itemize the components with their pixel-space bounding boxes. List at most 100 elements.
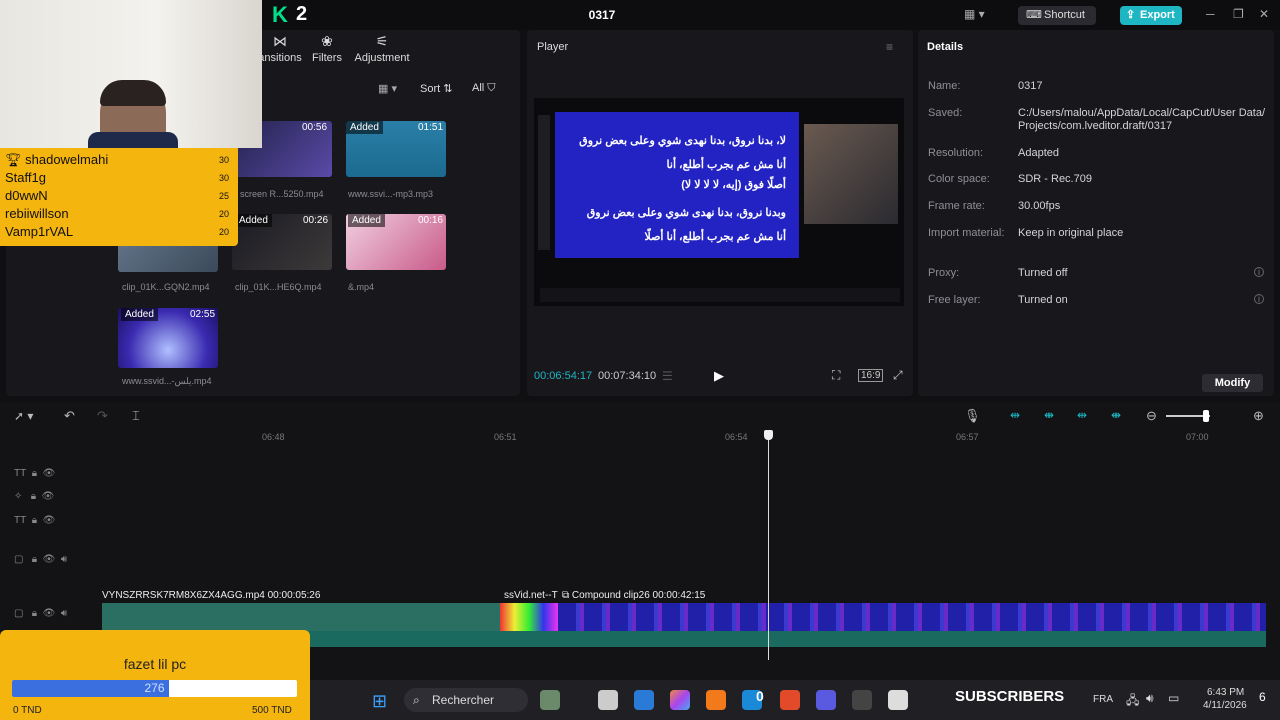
network-icon[interactable]: 🖧︎ xyxy=(1126,691,1139,712)
adjustment-icon: ⚟ xyxy=(375,33,389,49)
playhead-handle[interactable] xyxy=(764,430,773,440)
notification-badge[interactable]: 6 xyxy=(1259,690,1266,704)
layout-icon[interactable]: ▦ ▾ xyxy=(964,7,985,21)
link-icon[interactable]: ⇼ xyxy=(1044,408,1054,422)
microphone-icon[interactable]: 🎙︎ xyxy=(964,408,981,424)
export-button[interactable]: ⇪ Export xyxy=(1120,6,1182,25)
media-duration: 00:26 xyxy=(303,215,329,226)
detail-value: Turned off xyxy=(1018,267,1068,279)
clock-time[interactable]: 6:43 PM xyxy=(1207,687,1244,698)
project-title: 0317 xyxy=(588,8,616,22)
modify-button[interactable]: Modify xyxy=(1202,374,1263,392)
volume-icon[interactable]: 🔊︎ xyxy=(1146,691,1154,706)
view-toggle-icon[interactable]: ▦ ▾ xyxy=(378,82,397,95)
sort-button[interactable]: Sort ⇅ xyxy=(420,82,452,95)
play-icon[interactable]: ▶ xyxy=(714,368,724,384)
goal-title: fazet lil pc xyxy=(123,656,187,672)
detail-label: Resolution: xyxy=(928,147,984,159)
leaderboard-row: 🏆︎ shadowelmahi 30 xyxy=(5,152,229,167)
preview-axis-icon[interactable]: ⇹ xyxy=(1077,408,1087,422)
search-box[interactable]: ⌕ Rechercher xyxy=(404,688,528,712)
capcut-icon[interactable] xyxy=(888,690,908,710)
battery-icon[interactable]: ▭ xyxy=(1168,691,1179,705)
shortcut-button[interactable]: ⌨ Shortcut xyxy=(1018,6,1096,25)
taskbar-app-icon[interactable] xyxy=(634,690,654,710)
close-icon[interactable]: ✕ xyxy=(1259,7,1269,21)
added-badge: Added xyxy=(121,308,158,321)
clip-label: VYNSZRRSK7RM8X6ZX4AGG.mp4 00:00:05:26 xyxy=(102,590,321,601)
minimize-icon[interactable]: ─ xyxy=(1206,7,1215,21)
language-indicator[interactable]: FRA xyxy=(1093,694,1113,705)
lyric-line: أنا مش عم بجرب أطلع، أنا أصلًا xyxy=(644,231,786,243)
trophy-icon: 🏆︎ xyxy=(5,152,26,167)
transitions-icon: ⋈ xyxy=(273,33,287,49)
ruler-tick: 07:00 xyxy=(1186,432,1209,442)
ruler-tick: 06:48 xyxy=(262,432,285,442)
clock-date[interactable]: 4/11/2026 xyxy=(1203,700,1247,711)
taskbar-app-icon[interactable] xyxy=(706,690,726,710)
media-name: clip_01K...HE6Q.mp4 xyxy=(235,282,322,292)
sticker-track-controls[interactable]: ✧ 🔒︎ 👁︎ xyxy=(14,491,54,502)
video-track-controls[interactable]: ▢ 🔒︎ 👁︎ 🔊︎ xyxy=(14,554,67,565)
goal-current: 276 xyxy=(144,681,165,695)
snap-icon[interactable]: ⇹ xyxy=(1010,408,1020,422)
media-name: www.ssvid...-يلس.mp4 xyxy=(122,376,212,386)
leaderboard-row: d0wwN 25 xyxy=(5,188,229,203)
filter-all-button[interactable]: All ⛉ xyxy=(472,82,496,95)
video-clip[interactable] xyxy=(102,603,502,631)
taskbar-app-icon[interactable] xyxy=(670,690,690,710)
preview-sidebar xyxy=(538,115,550,250)
ruler-tick: 06:51 xyxy=(494,432,517,442)
ruler-tick: 06:57 xyxy=(956,432,979,442)
media-duration: 01:51 xyxy=(418,122,444,133)
undo-icon[interactable]: ↶ xyxy=(64,408,75,424)
zoom-slider-handle[interactable] xyxy=(1203,410,1209,422)
zoom-out-icon[interactable]: ⊖ xyxy=(1146,408,1157,424)
clip-label: ⧉ Compound clip26 00:00:42:15 xyxy=(562,590,706,601)
maximize-icon[interactable]: ❐ xyxy=(1233,7,1244,21)
added-badge: Added xyxy=(346,121,383,134)
detail-value: C:/Users/malou/AppData/Local/CapCut/User… xyxy=(1018,107,1265,132)
list-icon[interactable]: ☰ xyxy=(662,369,673,383)
detail-label: Free layer: xyxy=(928,294,981,306)
menu-icon[interactable]: ≡ xyxy=(886,40,893,54)
redo-icon[interactable]: ↷ xyxy=(97,408,108,424)
text-track-controls[interactable]: T​T 🔒︎ 👁︎ xyxy=(14,468,55,479)
app-logo-number: 2 xyxy=(296,3,308,25)
tab-transitions[interactable]: ⋈ ansitions xyxy=(258,33,302,64)
align-icon[interactable]: ⇼ xyxy=(1111,408,1121,422)
brave-icon[interactable] xyxy=(780,690,800,710)
split-icon[interactable]: ⌶ xyxy=(132,408,140,424)
media-duration: 02:55 xyxy=(190,309,216,320)
lyric-line: أصلًا فوق (إيه، لا لا لا لا) xyxy=(681,179,786,191)
obs-icon[interactable] xyxy=(852,690,872,710)
compound-clip[interactable] xyxy=(558,603,1266,631)
export-icon: ⇪ xyxy=(1126,9,1136,21)
tab-adjustment[interactable]: ⚟ Adjustment xyxy=(352,33,412,64)
clip-label: ssVid.net--T xyxy=(504,590,558,601)
detail-label: Frame rate: xyxy=(928,200,985,212)
detail-label: Name: xyxy=(928,80,961,92)
fullscreen-icon[interactable]: ⤢ xyxy=(893,368,903,383)
tab-filters[interactable]: ❀ Filters xyxy=(310,33,344,64)
taskbar-app-icon[interactable] xyxy=(540,690,560,710)
detail-value: 30.00fps xyxy=(1018,200,1061,212)
detail-value: Keep in original place xyxy=(1018,227,1124,239)
info-icon[interactable]: i xyxy=(1254,294,1264,304)
windows-start-icon[interactable]: ⊞ xyxy=(372,691,387,712)
main-track-controls[interactable]: ▢ 🔒︎ 👁︎ 🔊︎ xyxy=(14,608,67,619)
discord-icon[interactable] xyxy=(816,690,836,710)
ruler-tick: 06:54 xyxy=(725,432,748,442)
fit-icon[interactable]: ⛶ xyxy=(832,368,840,383)
detail-label: Proxy: xyxy=(928,267,960,279)
subscriber-count: 0 xyxy=(756,688,764,704)
info-icon[interactable]: i xyxy=(1254,267,1264,277)
playhead[interactable] xyxy=(768,430,769,660)
video-clip[interactable] xyxy=(500,603,558,631)
text-track-controls[interactable]: T​T 🔒︎ 👁︎ xyxy=(14,515,55,526)
select-tool-icon[interactable]: ➚ ▾ xyxy=(14,409,33,423)
zoom-in-icon[interactable]: ⊕ xyxy=(1253,408,1264,424)
lyric-line: أنا مش عم بجرب أطلع، أنا xyxy=(666,159,786,171)
taskview-icon[interactable] xyxy=(598,690,618,710)
ratio-button[interactable]: 16:9 xyxy=(858,369,884,382)
